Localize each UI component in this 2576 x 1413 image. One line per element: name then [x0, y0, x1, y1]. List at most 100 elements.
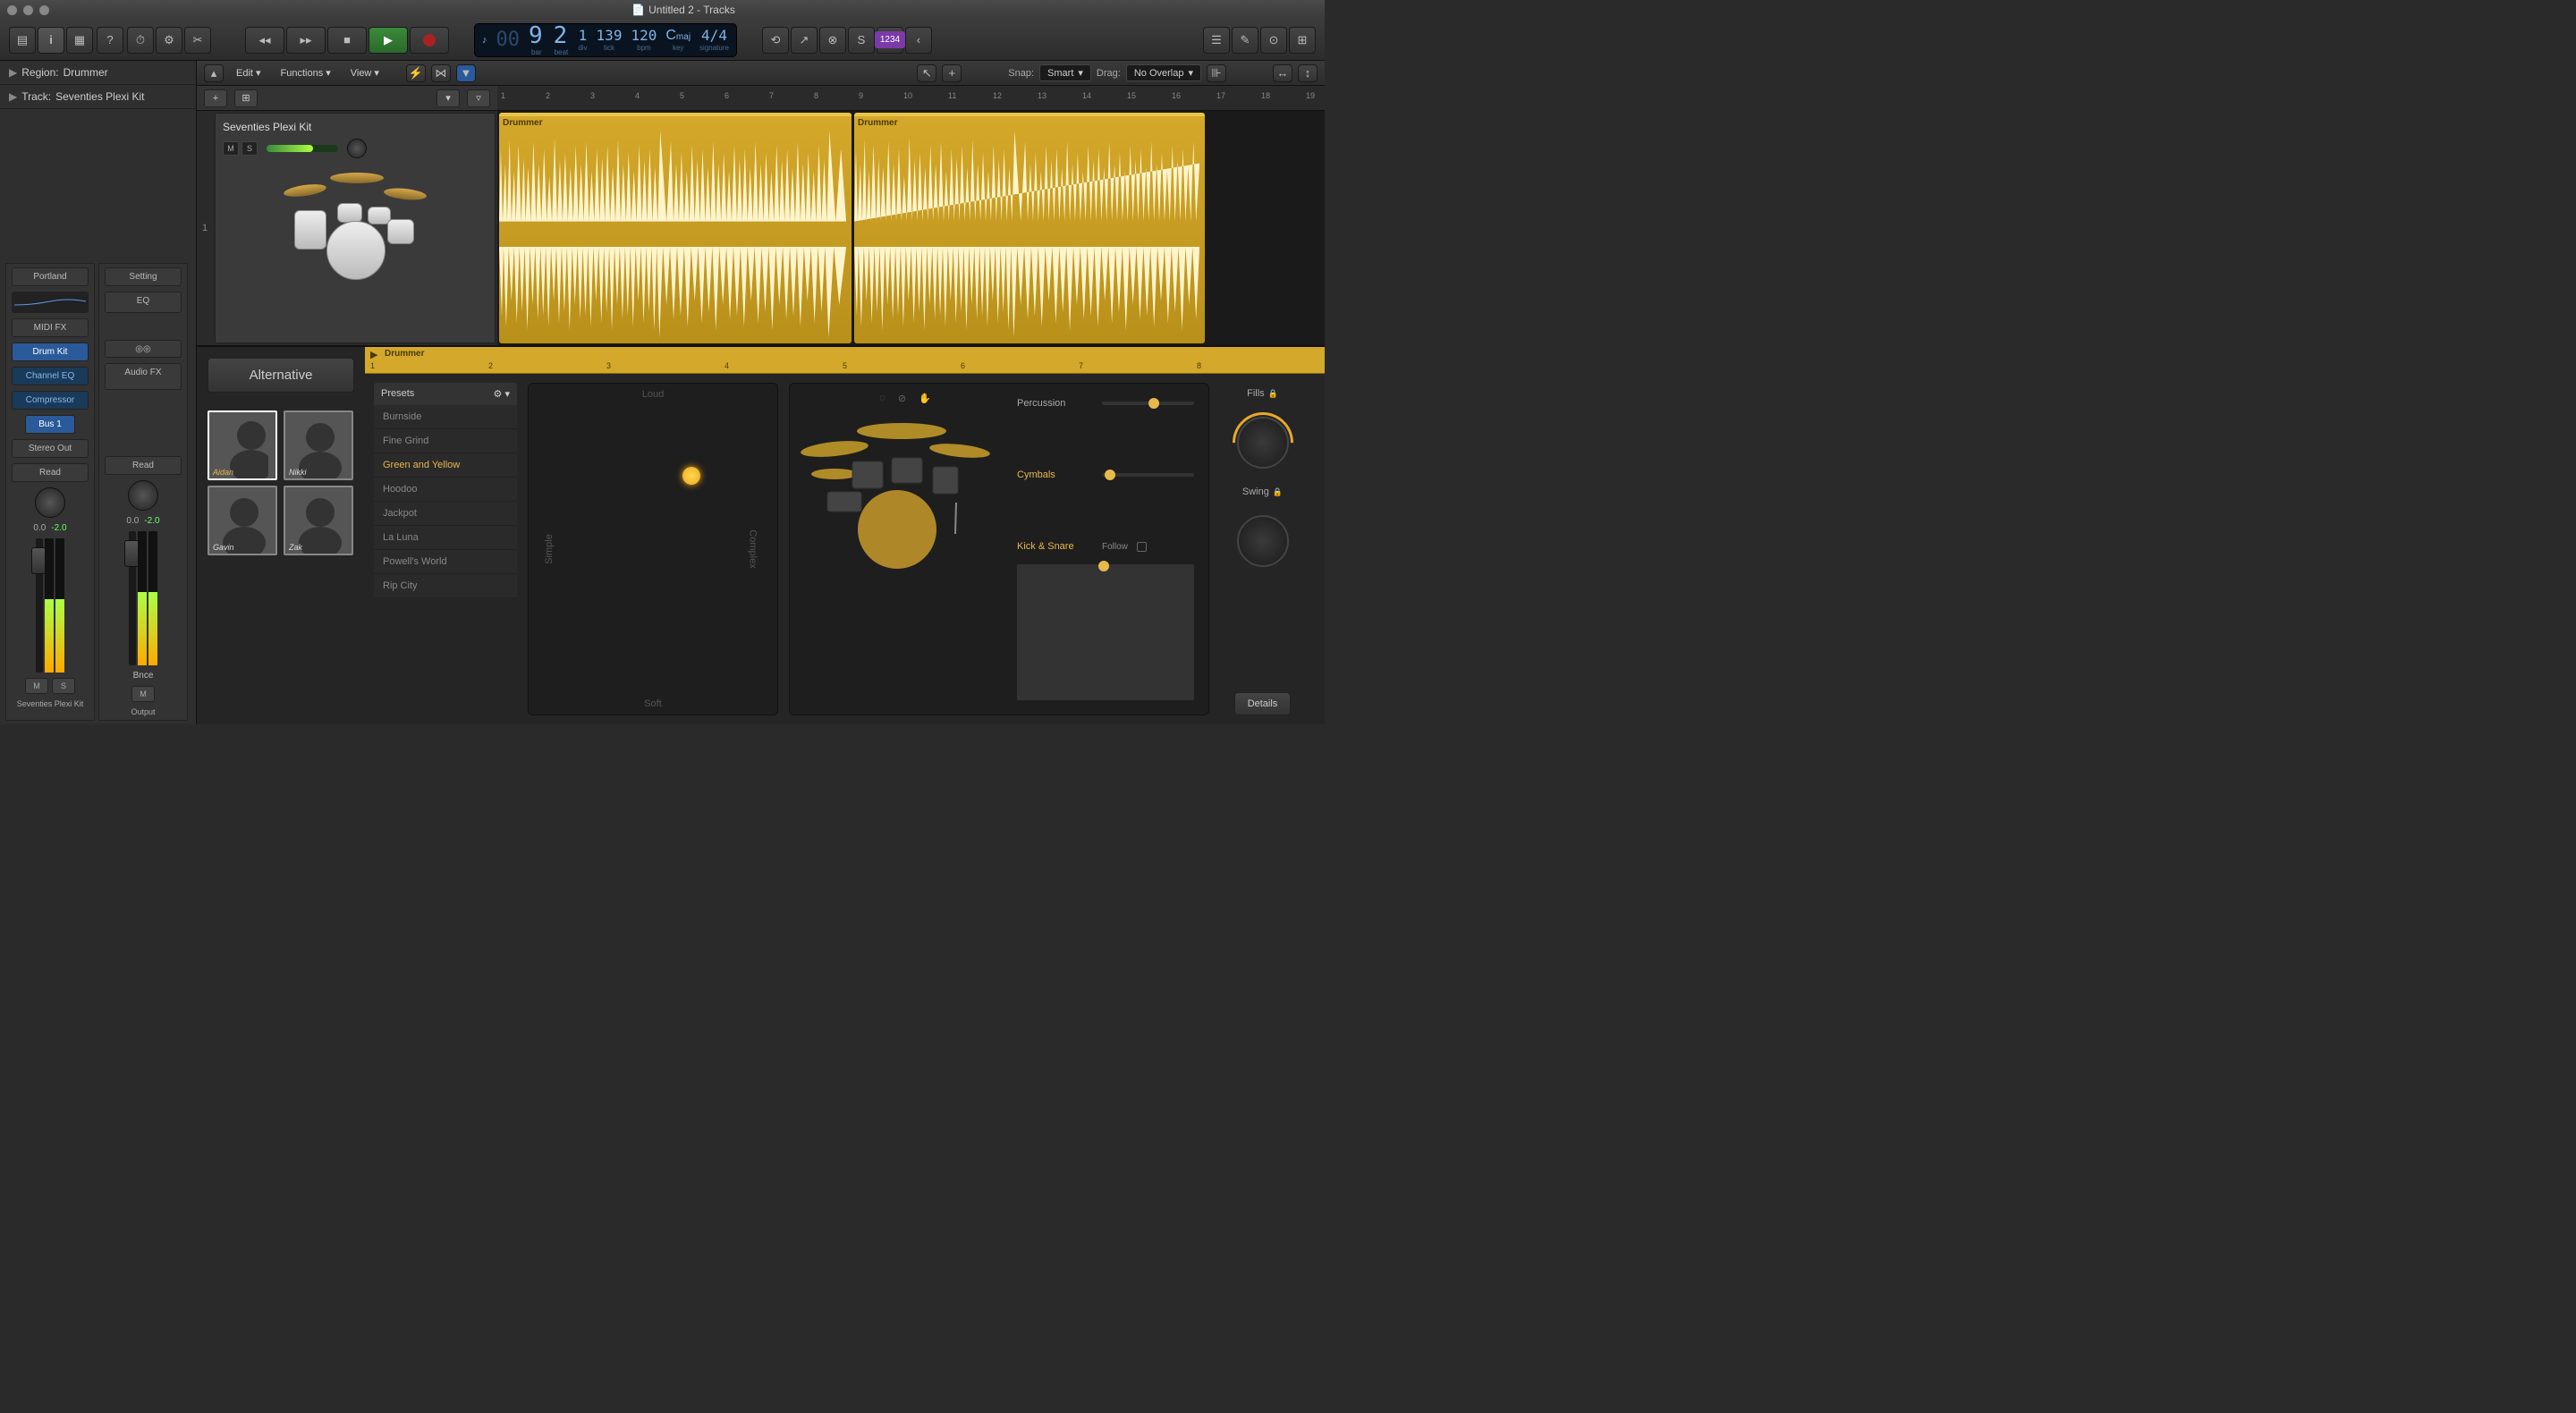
stop-button[interactable]: ■ — [327, 27, 367, 54]
kit-visualization[interactable]: ◌ ⊘ ✋ — [799, 393, 1012, 706]
lock-icon[interactable]: 🔒 — [1273, 487, 1283, 497]
track-volume-slider[interactable] — [267, 145, 338, 152]
genre-button[interactable]: Alternative — [208, 358, 354, 393]
up-icon[interactable]: ▴ — [204, 64, 224, 82]
bounce-label[interactable]: Bnce — [133, 671, 154, 681]
drummer-avatar[interactable]: Aidan — [208, 410, 277, 480]
track-filter-button[interactable]: ▾ — [436, 89, 460, 107]
preset-item[interactable]: Green and Yellow — [374, 453, 517, 478]
solo-button[interactable]: S — [848, 27, 875, 54]
mute-button[interactable]: M — [131, 686, 155, 702]
xy-puck[interactable] — [682, 467, 700, 485]
preset-item[interactable]: Powell's World — [374, 550, 517, 574]
library-button[interactable]: ▤ — [9, 27, 36, 54]
marquee-tool[interactable]: + — [942, 64, 962, 82]
gear-icon[interactable]: ⚙ ▾ — [494, 388, 510, 400]
track-lane[interactable]: Drummer Drummer — [497, 111, 1325, 345]
channel-preset[interactable]: Portland — [12, 267, 89, 286]
preset-item[interactable]: Rip City — [374, 574, 517, 598]
pan-knob[interactable] — [128, 480, 158, 511]
timeline-ruler[interactable]: 12345678910111213141516171819 — [497, 86, 1325, 111]
tuning-button[interactable]: ⚙ — [156, 27, 182, 54]
count-in-button[interactable]: ‹ — [905, 27, 932, 54]
volume-fader[interactable] — [129, 531, 136, 665]
metronome-button[interactable]: ⏱ — [127, 27, 154, 54]
output-slot[interactable]: Stereo Out — [12, 439, 89, 458]
catch-icon[interactable]: ▼ — [456, 64, 476, 82]
waveform-zoom-icon[interactable]: ⊪ — [1207, 64, 1226, 82]
region-drummer[interactable]: Drummer — [499, 113, 852, 343]
region-inspector-header[interactable]: ▶ Region: Drummer — [0, 61, 196, 85]
track-header[interactable]: Seventies Plexi Kit MS — [215, 113, 496, 343]
solo-button[interactable]: S — [242, 141, 258, 156]
preset-item[interactable]: Jackpot — [374, 502, 517, 526]
view-menu[interactable]: View ▾ — [343, 64, 386, 81]
midi-fx-slot[interactable]: MIDI FX — [12, 318, 89, 337]
fills-knob[interactable] — [1237, 417, 1289, 469]
play-button[interactable]: ▶ — [369, 27, 408, 54]
duplicate-track-button[interactable]: ⊞ — [234, 89, 258, 107]
window-controls[interactable] — [7, 5, 49, 15]
follow-checkbox[interactable] — [1137, 542, 1147, 552]
autopunch-button[interactable]: ⊗ — [819, 27, 846, 54]
preset-item[interactable]: Hoodoo — [374, 478, 517, 502]
details-button[interactable]: Details — [1234, 692, 1292, 715]
automation-mode[interactable]: Read — [12, 463, 89, 482]
eq-thumbnail[interactable] — [12, 292, 89, 313]
rewind-button[interactable]: ◂◂ — [245, 27, 284, 54]
percussion-slider[interactable] — [1102, 402, 1194, 405]
lock-icon[interactable]: 🔒 — [1268, 389, 1278, 399]
preset-item[interactable]: La Luna — [374, 526, 517, 550]
replace-button[interactable]: ↗ — [791, 27, 818, 54]
kick-snare-slider[interactable] — [1017, 564, 1194, 700]
mute-button[interactable]: M — [223, 141, 239, 156]
sync-button[interactable]: 1234 — [877, 27, 903, 54]
swing-knob[interactable] — [1237, 515, 1289, 567]
handclap-icon[interactable]: ✋ — [919, 393, 931, 404]
drummer-ruler[interactable]: ▶ Drummer 12345678 — [365, 347, 1325, 374]
drummer-avatar[interactable]: Nikki — [284, 410, 353, 480]
vzoom-icon[interactable]: ↕ — [1298, 64, 1318, 82]
record-button[interactable] — [410, 27, 449, 54]
functions-menu[interactable]: Functions ▾ — [274, 64, 338, 81]
drag-select[interactable]: No Overlap▾ — [1126, 64, 1201, 81]
track-pan-knob[interactable] — [347, 139, 367, 158]
preset-item[interactable]: Burnside — [374, 405, 517, 429]
pointer-tool[interactable]: ↖ — [917, 64, 936, 82]
drummer-avatar[interactable]: Gavin — [208, 486, 277, 555]
cycle-button[interactable]: ⟲ — [762, 27, 789, 54]
channel-setting[interactable]: Setting — [105, 267, 182, 286]
edit-menu[interactable]: Edit ▾ — [229, 64, 268, 81]
shaker-icon[interactable]: ⊘ — [898, 393, 906, 404]
flex-icon[interactable]: ⋈ — [431, 64, 451, 82]
audio-fx-slot[interactable]: Channel EQ — [12, 367, 89, 385]
toolbox-button[interactable]: ▦ — [66, 27, 93, 54]
scissors-button[interactable]: ✂ — [184, 27, 211, 54]
hzoom-out-icon[interactable]: ↔ — [1273, 64, 1292, 82]
track-options-button[interactable]: ▿ — [467, 89, 490, 107]
forward-button[interactable]: ▸▸ — [286, 27, 326, 54]
tambourine-icon[interactable]: ◌ — [879, 393, 886, 404]
cymbals-slider[interactable] — [1102, 473, 1194, 477]
notes-button[interactable]: ✎ — [1232, 27, 1258, 54]
region-drummer[interactable]: Drummer — [854, 113, 1205, 343]
send-slot[interactable]: Bus 1 — [25, 415, 75, 434]
xy-pad[interactable]: Loud Soft Simple Complex — [528, 383, 778, 715]
instrument-slot[interactable]: Drum Kit — [12, 343, 89, 361]
solo-button[interactable]: S — [52, 678, 75, 694]
drummer-avatar[interactable]: Zak — [284, 486, 353, 555]
play-icon[interactable]: ▶ — [370, 349, 377, 360]
lcd-display[interactable]: ♪ 00 9bar 2beat 1div 139tick 120bpm Cmaj… — [474, 23, 737, 57]
audio-fx-slot[interactable]: Compressor — [12, 391, 89, 410]
automation-mode[interactable]: Read — [105, 456, 182, 475]
add-track-button[interactable]: + — [204, 89, 227, 107]
loops-button[interactable]: ⊙ — [1260, 27, 1287, 54]
audio-fx-slot[interactable]: Audio FX — [105, 363, 182, 390]
preset-item[interactable]: Fine Grind — [374, 429, 517, 453]
snap-select[interactable]: Smart▾ — [1039, 64, 1091, 81]
pan-knob[interactable] — [35, 487, 65, 518]
automation-icon[interactable]: ⚡ — [406, 64, 426, 82]
volume-fader[interactable] — [36, 538, 43, 673]
mute-button[interactable]: M — [25, 678, 48, 694]
inspector-button[interactable]: i — [38, 27, 64, 54]
